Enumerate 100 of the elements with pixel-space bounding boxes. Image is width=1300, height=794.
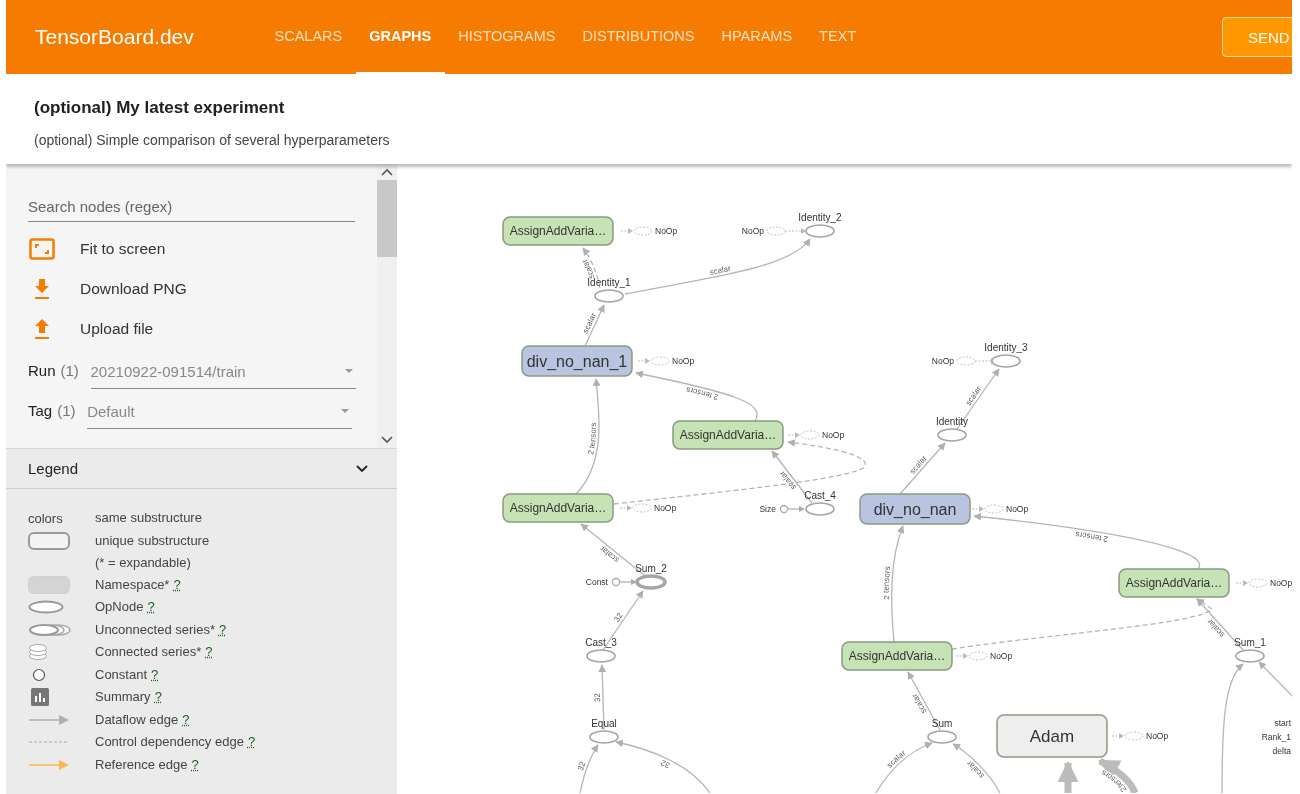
- noop-node[interactable]: [620, 226, 653, 236]
- op-node[interactable]: [805, 224, 835, 238]
- dataflow-edge: [1057, 760, 1079, 793]
- fit-screen-icon[interactable]: [29, 238, 55, 260]
- noop-node[interactable]: [787, 430, 820, 440]
- node-label: start: [1274, 718, 1291, 728]
- select-count: (1): [60, 362, 80, 381]
- help-link[interactable]: ?: [218, 618, 227, 641]
- op-node[interactable]: [937, 428, 967, 442]
- op-node[interactable]: [1235, 649, 1265, 663]
- node-label: Rank_1: [1261, 732, 1291, 742]
- help-link[interactable]: ?: [151, 663, 159, 686]
- noop-node[interactable]: [1111, 731, 1144, 741]
- help-link[interactable]: ?: [205, 641, 213, 663]
- legend-label: Unconnected series*: [95, 620, 215, 639]
- metanode[interactable]: AssignAddVaria…: [1118, 568, 1230, 598]
- edge-label: scalar: [708, 263, 732, 277]
- op-node[interactable]: [589, 730, 619, 744]
- dropdown-caret-icon: [341, 409, 350, 414]
- node-label: NoOp: [990, 651, 1013, 661]
- dataflow-edge: [579, 744, 599, 793]
- op-node[interactable]: [805, 502, 835, 516]
- noop-node[interactable]: [955, 651, 988, 661]
- noop-node[interactable]: [637, 356, 670, 366]
- constant-icon: [32, 667, 46, 682]
- noop-node[interactable]: [1235, 578, 1268, 588]
- edge-label: 32: [612, 611, 625, 624]
- legend-label: Connected series*: [95, 643, 202, 661]
- collapse-chevron-icon[interactable]: [356, 464, 368, 473]
- action-button[interactable]: Download PNG: [80, 280, 187, 298]
- search-field[interactable]: Search nodes (regex): [28, 194, 355, 222]
- help-link[interactable]: ?: [173, 573, 181, 596]
- help-link[interactable]: ?: [191, 753, 199, 776]
- constant-node[interactable]: [779, 504, 805, 514]
- dataflow-edge: [1098, 757, 1139, 793]
- help-link[interactable]: ?: [147, 596, 155, 618]
- legend-label: Reference edge: [95, 755, 188, 774]
- op-node[interactable]: [635, 574, 667, 590]
- dataflow-edge: [952, 743, 1001, 793]
- node-label: NoOp: [654, 503, 677, 513]
- edge-label: 32: [592, 693, 603, 703]
- select-label: Run: [28, 362, 56, 381]
- namespace-icon: [28, 575, 70, 594]
- legend-label: same substructure: [95, 509, 202, 527]
- node-label: Identity_2: [798, 212, 842, 223]
- help-link[interactable]: ?: [182, 708, 190, 731]
- node-label: Identity_3: [984, 342, 1028, 353]
- op-node[interactable]: [991, 354, 1021, 368]
- node-label: Sum: [931, 718, 953, 729]
- help-link[interactable]: ?: [154, 686, 162, 708]
- select-label: Tag: [28, 402, 53, 421]
- metanode[interactable]: div_no_nan_1: [521, 345, 633, 377]
- op-node[interactable]: [586, 649, 616, 663]
- metanode[interactable]: div_no_nan: [859, 493, 971, 525]
- legend-note: (* = expandable): [95, 553, 192, 572]
- scroll-down-icon[interactable]: [381, 436, 393, 444]
- experiment-title: (optional) My latest experiment: [34, 98, 286, 118]
- noop-node[interactable]: [971, 504, 1004, 514]
- node-label: NoOp: [672, 356, 695, 366]
- op-node[interactable]: [594, 289, 624, 303]
- node-label: Identity_1: [587, 277, 631, 288]
- opnode-icon: [28, 600, 64, 614]
- node-label: NoOp: [822, 430, 845, 440]
- node-label: delta: [1272, 746, 1291, 756]
- select-count: (1): [57, 402, 77, 421]
- metanode[interactable]: AssignAddVaria…: [502, 216, 614, 246]
- connected-series-icon: [28, 643, 48, 661]
- node-label: NoOp: [1006, 504, 1029, 514]
- metanode[interactable]: AssignAddVaria…: [672, 420, 784, 450]
- noop-node[interactable]: [619, 503, 652, 513]
- metanode[interactable]: Adam: [996, 714, 1108, 758]
- action-button[interactable]: Upload file: [80, 320, 154, 338]
- metanode[interactable]: AssignAddVaria…: [841, 641, 953, 671]
- legend-key-text: colors: [28, 510, 63, 526]
- scrollbar[interactable]: [377, 164, 397, 448]
- dataflow-edge: [875, 742, 933, 793]
- edge-label: 2 tensors: [685, 385, 720, 402]
- legend-label: Dataflow edge: [95, 710, 179, 729]
- op-node[interactable]: [927, 730, 957, 744]
- unique-substructure-icon: [28, 531, 70, 550]
- legend-title: Legend: [28, 460, 79, 477]
- node-label: NoOp: [741, 226, 764, 236]
- noop-node[interactable]: [766, 226, 806, 236]
- action-button[interactable]: Fit to screen: [80, 240, 166, 258]
- control-edge-icon: [28, 740, 70, 744]
- node-label: NoOp: [1270, 578, 1292, 588]
- node-label: Const: [585, 577, 608, 587]
- constant-node[interactable]: [611, 577, 637, 587]
- edge-label: 2 tensors: [1074, 529, 1109, 544]
- legend-label: OpNode: [95, 598, 144, 616]
- node-label: Sum_1: [1234, 637, 1266, 648]
- node-label: Equal: [591, 718, 617, 729]
- node-label: Identity: [935, 416, 969, 427]
- dataflow-edge-icon: [28, 713, 70, 726]
- legend-label: Namespace*: [95, 575, 170, 594]
- scroll-up-icon[interactable]: [381, 168, 393, 176]
- metanode[interactable]: AssignAddVaria…: [502, 493, 614, 523]
- summary-icon: [31, 688, 49, 706]
- help-link[interactable]: ?: [247, 731, 256, 753]
- node-label: NoOp: [655, 226, 678, 236]
